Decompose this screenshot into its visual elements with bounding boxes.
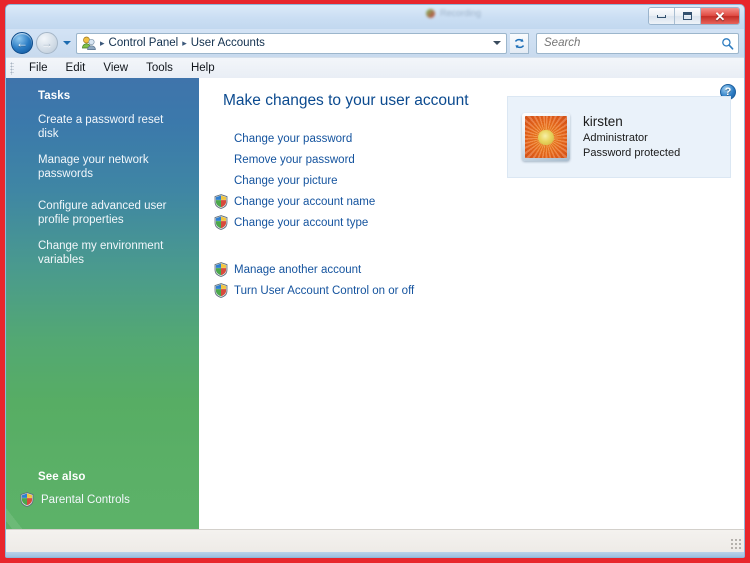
search-icon xyxy=(722,37,734,50)
link-label: Change your picture xyxy=(234,174,338,187)
link-change-your-account-type[interactable]: Change your account type xyxy=(214,212,744,233)
status-bar xyxy=(6,529,744,552)
account-details: kirsten Administrator Password protected xyxy=(583,113,680,161)
sidebar-item-create-password-reset-disk[interactable]: Create a password reset disk xyxy=(38,113,185,141)
chevron-down-icon xyxy=(492,41,501,45)
avatar[interactable] xyxy=(522,113,570,161)
menu-bar: File Edit View Tools Help xyxy=(6,57,744,78)
minimize-icon xyxy=(657,14,666,18)
search-input[interactable] xyxy=(544,37,721,49)
address-dropdown-button[interactable] xyxy=(489,41,504,45)
close-icon: ✕ xyxy=(714,8,726,24)
sidebar-item-label: Parental Controls xyxy=(41,493,130,506)
maximize-button[interactable] xyxy=(675,8,701,24)
sidebar-item-configure-advanced-user-profile-properties[interactable]: Configure advanced user profile properti… xyxy=(38,199,185,227)
link-label: Manage another account xyxy=(234,263,362,276)
user-accounts-window: Recording ✕ ← → ▸ Control Panel ▸ User A… xyxy=(5,4,745,558)
main-content: ? Make changes to your user account Chan… xyxy=(199,78,744,529)
close-button[interactable]: ✕ xyxy=(701,8,739,24)
tasks-list: Tasks Create a password reset disk Manag… xyxy=(6,90,199,279)
shield-icon xyxy=(214,194,228,209)
forward-button[interactable]: → xyxy=(36,32,58,54)
breadcrumb-user-accounts[interactable]: User Accounts xyxy=(188,37,268,49)
menu-file[interactable]: File xyxy=(20,60,57,76)
link-label: Change your account type xyxy=(234,216,369,229)
menu-edit[interactable]: Edit xyxy=(57,60,95,76)
background-ghost-indicator: Recording xyxy=(426,8,481,18)
shield-icon xyxy=(214,215,228,230)
background-ghost-content xyxy=(16,9,64,19)
recent-pages-button[interactable] xyxy=(61,32,73,54)
link-label: Change your account name xyxy=(234,195,376,208)
link-group-spacer xyxy=(214,233,744,259)
minimize-button[interactable] xyxy=(649,8,675,24)
link-label: Remove your password xyxy=(234,153,355,166)
shield-icon xyxy=(20,492,34,507)
link-turn-uac-on-or-off[interactable]: Turn User Account Control on or off xyxy=(214,280,744,301)
search-box[interactable] xyxy=(536,32,739,54)
screen-capture-frame: Recording ✕ ← → ▸ Control Panel ▸ User A… xyxy=(0,0,750,563)
chevron-down-icon xyxy=(63,41,71,45)
link-change-your-account-name[interactable]: Change your account name xyxy=(214,191,744,212)
address-toolbar: ← → ▸ Control Panel ▸ User Accounts xyxy=(6,29,744,57)
account-password-status: Password protected xyxy=(583,147,681,159)
menu-view[interactable]: View xyxy=(94,60,137,76)
maximize-icon xyxy=(683,12,692,20)
menu-grip-handle[interactable] xyxy=(10,61,14,75)
account-type: Administrator xyxy=(583,132,648,144)
menu-tools[interactable]: Tools xyxy=(137,60,182,76)
window-title-bar: Recording ✕ xyxy=(6,5,744,29)
refresh-icon xyxy=(514,38,524,48)
ghost-dot-icon xyxy=(426,8,435,18)
tasks-heading: Tasks xyxy=(38,90,71,102)
resize-grip[interactable] xyxy=(730,538,742,550)
window-body: Tasks Create a password reset disk Manag… xyxy=(6,78,744,529)
user-accounts-icon xyxy=(81,36,97,51)
forward-arrow-icon: → xyxy=(41,36,53,50)
link-label: Turn User Account Control on or off xyxy=(234,284,415,297)
address-bar[interactable]: ▸ Control Panel ▸ User Accounts xyxy=(76,32,507,54)
back-arrow-icon: ← xyxy=(16,36,28,50)
link-label: Change your password xyxy=(234,132,353,145)
refresh-button[interactable] xyxy=(510,32,529,54)
shield-icon xyxy=(214,283,228,298)
sidebar-item-parental-controls[interactable]: Parental Controls xyxy=(20,492,185,507)
account-name: kirsten xyxy=(583,114,623,129)
ghost-label: Recording xyxy=(440,8,482,18)
link-manage-another-account[interactable]: Manage another account xyxy=(214,259,744,280)
avatar-flower-image xyxy=(525,116,567,158)
shield-icon xyxy=(214,262,228,277)
account-summary-card: kirsten Administrator Password protected xyxy=(507,96,731,178)
tasks-sidebar: Tasks Create a password reset disk Manag… xyxy=(6,78,199,529)
sidebar-item-manage-network-passwords[interactable]: Manage your network passwords xyxy=(38,153,185,181)
window-bottom-edge xyxy=(6,552,744,557)
breadcrumb-control-panel[interactable]: Control Panel xyxy=(106,37,182,49)
back-button[interactable]: ← xyxy=(11,32,33,54)
sidebar-item-change-environment-variables[interactable]: Change my environment variables xyxy=(38,239,185,267)
window-controls: ✕ xyxy=(648,7,740,25)
see-also-heading: See also xyxy=(38,471,86,483)
see-also-section: See also Parental Controls xyxy=(6,471,199,529)
menu-help[interactable]: Help xyxy=(182,60,224,76)
